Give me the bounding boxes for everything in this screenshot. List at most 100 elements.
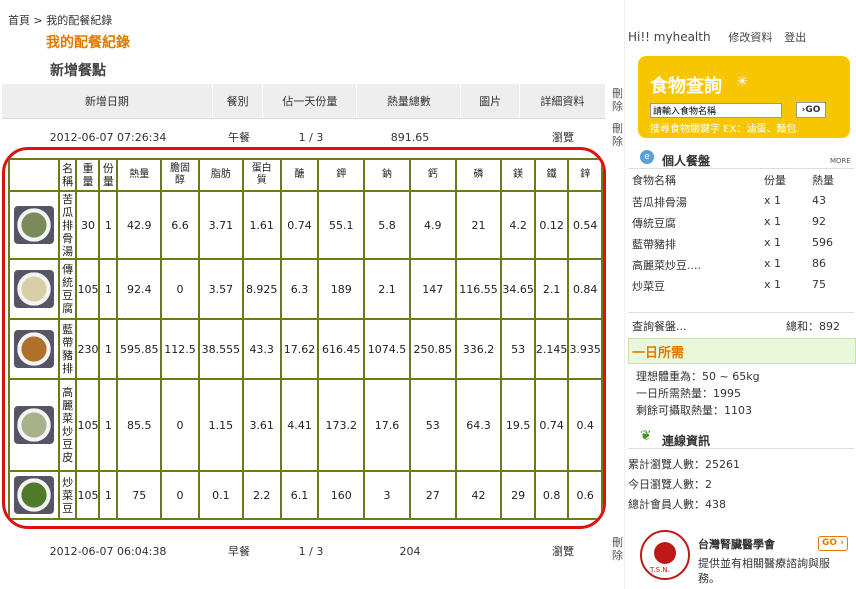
nutrition-value: 1074.5 [363, 318, 411, 380]
food-name[interactable]: 炒菜豆 [62, 476, 74, 515]
meal-item-name[interactable]: 傳統豆腐 [632, 215, 676, 231]
society-logo: T.S.N. [640, 530, 690, 580]
ideal-weight: 理想體重為：50 ~ 65kg [636, 370, 760, 383]
meal-item-qty: x 1 [764, 236, 782, 249]
meal-item-cal: 75 [812, 278, 826, 291]
nutrition-value: 116.55 [454, 258, 503, 320]
meal-item-name[interactable]: 苦瓜排骨湯 [632, 194, 687, 210]
nutri-head-calcium: 鈣 [408, 158, 457, 192]
food-search-title: 食物查詢 [650, 76, 722, 97]
nutrition-value: 112.5 [160, 318, 200, 380]
nutrition-value: 1.15 [197, 378, 244, 472]
meal-total: 總和：892 [786, 320, 840, 333]
total-views: 累計瀏覽人數：25261 [628, 458, 740, 471]
nutrition-value: 3.935 [567, 318, 603, 380]
detail-link[interactable]: 瀏覽 [520, 543, 606, 559]
nutrition-value: 0 [160, 470, 200, 520]
sparkle-icon: ☀ [736, 74, 749, 90]
leaf-icon: ❦ [640, 428, 652, 444]
meal-date: 2012-06-07 07:26:34 [49, 130, 167, 144]
food-name[interactable]: 藍帶豬排 [62, 323, 74, 375]
nutrition-value: 85.5 [116, 378, 163, 472]
delete-button[interactable]: 刪除 [612, 122, 624, 148]
nutrition-value: 19.5 [500, 378, 536, 472]
search-go-button[interactable]: ›GO [796, 102, 826, 118]
delete-header: 刪除 [612, 87, 623, 113]
nutri-head-carb: 醣 [279, 158, 320, 192]
nutrition-row: 苦瓜排骨湯 30 1 42.9 6.6 3.71 1.61 0.74 55.1 5.8 4.9 21 4… [8, 190, 603, 260]
nutri-head-weight: 重量 [82, 162, 94, 188]
nutri-head-portion: 份量 [102, 162, 114, 188]
food-search-input[interactable] [650, 103, 782, 118]
meal-col-qty: 份量 [764, 174, 786, 187]
col-meal: 餐別 [213, 84, 264, 118]
meal-calories: 204 [399, 544, 421, 558]
query-meal-link[interactable]: 查詢餐盤... [632, 318, 687, 334]
more-link[interactable]: MORE [830, 157, 851, 165]
food-name[interactable]: 傳統豆腐 [62, 263, 74, 315]
breadcrumb-home[interactable]: 首頁 [8, 14, 30, 27]
meal-item-name[interactable]: 炒菜豆 [632, 278, 665, 294]
meal-item-qty: x 1 [764, 278, 782, 291]
col-detail: 詳細資料 [520, 84, 606, 118]
meal-item-name[interactable]: 高麗菜炒豆.... [632, 257, 701, 273]
today-views: 今日瀏覽人數：2 [628, 478, 712, 491]
nutrition-value: 4.41 [279, 378, 320, 472]
nutrition-value: 6.3 [279, 258, 320, 320]
society-name[interactable]: 台灣腎臟醫學會 [698, 536, 775, 552]
society-go-label: GO [822, 538, 838, 548]
nutrition-value: 53 [408, 378, 457, 472]
nutri-head-cholesterol: 膽固醇 [170, 163, 191, 186]
nutri-head-image [8, 158, 60, 192]
nutrition-header-row: 名稱 重量 份量 熱量 膽固醇 脂肪 蛋白質 醣 鉀 鈉 鈣 磷 鎂 鐵 鋅 [8, 158, 603, 192]
nutrition-value: 2.145 [533, 318, 570, 380]
food-image [13, 476, 54, 514]
page-title: 我的配餐紀錄 [46, 35, 130, 51]
food-name[interactable]: 苦瓜排骨湯 [62, 193, 74, 258]
remaining-calories: 剩餘可攝取熱量：1103 [636, 404, 752, 417]
greeting: Hi!! myhealth [628, 30, 711, 44]
meal-item-cal: 43 [812, 194, 826, 207]
meal-item-name[interactable]: 藍帶豬排 [632, 236, 676, 252]
column-divider [624, 0, 625, 589]
meal-type: 午餐 [228, 131, 250, 144]
nutrition-value: 3.71 [197, 190, 244, 260]
nutrition-value: 189 [317, 258, 366, 320]
col-portion: 佔一天份量 [263, 84, 358, 118]
food-image [13, 206, 54, 244]
nutrition-value: 616.45 [317, 318, 366, 380]
nutri-head-protein: 蛋白質 [251, 163, 272, 186]
nutrition-value: 2.1 [533, 258, 570, 320]
nutrition-value: 92.4 [116, 258, 163, 320]
meal-item-cal: 86 [812, 257, 826, 270]
meal-portion: 1 / 3 [298, 130, 324, 144]
nutrition-value: 4.2 [500, 190, 536, 260]
nutrition-value: 0.6 [567, 470, 603, 520]
nutri-head-magnesium: 鎂 [500, 158, 536, 192]
delete-button[interactable]: 刪除 [612, 536, 624, 562]
nutrition-value: 55.1 [317, 190, 366, 260]
nutrition-value: 27 [408, 470, 457, 520]
food-name[interactable]: 高麗菜炒豆皮 [62, 386, 74, 464]
detail-link[interactable]: 瀏覽 [520, 129, 606, 145]
nutrition-row: 高麗菜炒豆皮 105 1 85.5 0 1.15 3.61 4.41 173.2 17.6 53 64… [8, 378, 603, 472]
nutri-head-sodium: 鈉 [363, 158, 411, 192]
logout-link[interactable]: 登出 [784, 31, 806, 44]
nutri-head-potassium: 鉀 [317, 158, 366, 192]
society-go-button[interactable]: GO › [818, 536, 848, 551]
col-date: 新增日期 [2, 84, 213, 118]
nutrition-value: 147 [408, 258, 457, 320]
nutrition-panel: 名稱 重量 份量 熱量 膽固醇 脂肪 蛋白質 醣 鉀 鈉 鈣 磷 鎂 鐵 鋅 苦… [2, 147, 606, 529]
nutrition-row: 炒菜豆 105 1 75 0 0.1 2.2 6.1 160 3 27 42 29 0.8 0.6 [8, 470, 603, 520]
edit-profile-link[interactable]: 修改資料 [728, 31, 772, 44]
nutrition-value: 17.6 [363, 378, 411, 472]
nutrition-value: 6.1 [279, 470, 320, 520]
breadcrumb: 首頁 > 我的配餐紀錄 [8, 12, 112, 28]
nutrition-value: 0.12 [533, 190, 570, 260]
nutrition-value: 64.3 [454, 378, 503, 472]
nutrition-value: 1 [98, 258, 119, 320]
nutrition-value: 21 [454, 190, 503, 260]
nutrition-value: 42 [454, 470, 503, 520]
nutrition-value: 595.85 [116, 318, 163, 380]
meal-item-cal: 92 [812, 215, 826, 228]
